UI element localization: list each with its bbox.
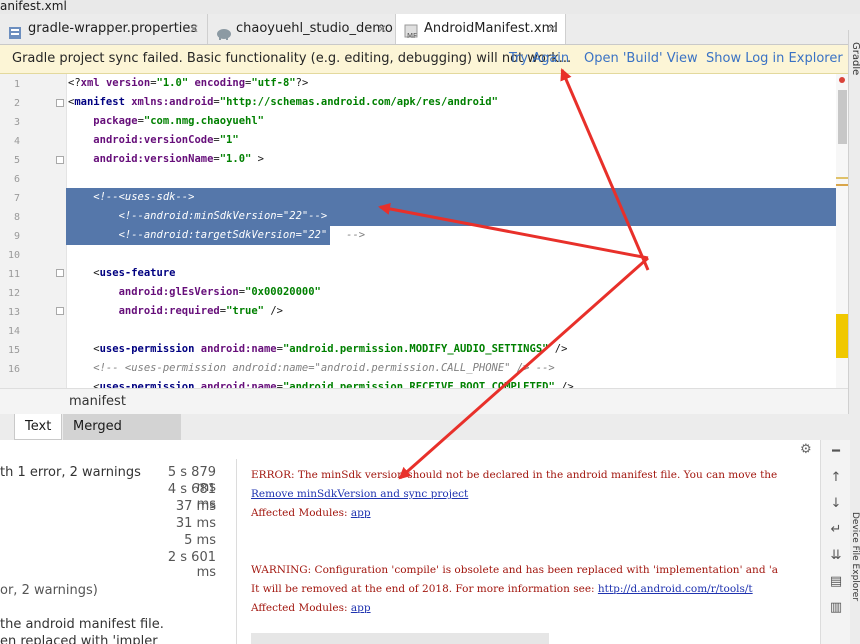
annotation-arrow: [560, 68, 650, 271]
annotation-arrow: [398, 256, 649, 480]
annotation-arrow: [378, 202, 649, 260]
annotation-arrows: [378, 68, 650, 480]
